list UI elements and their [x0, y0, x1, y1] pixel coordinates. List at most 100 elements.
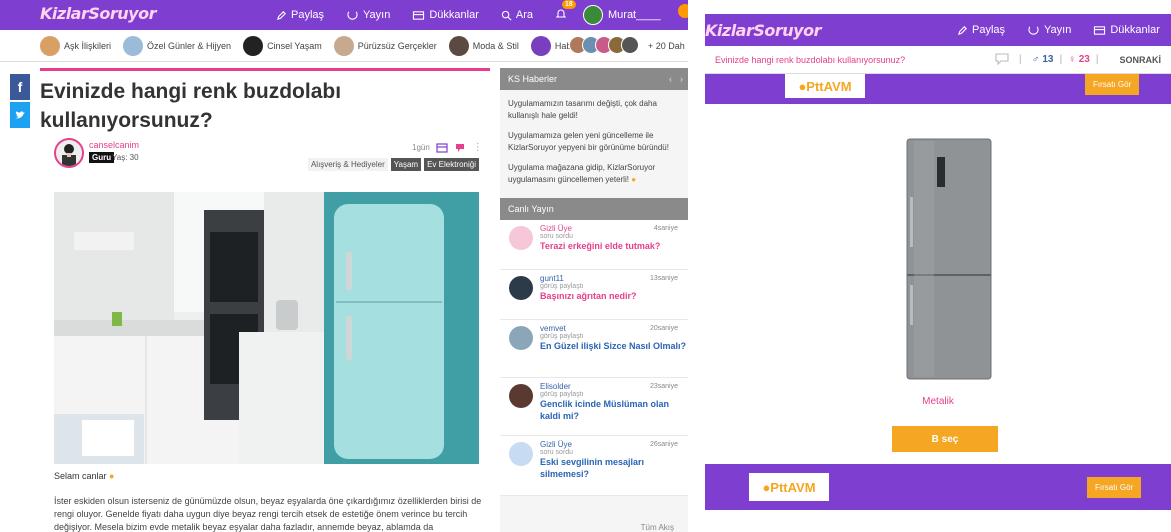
comment-icon[interactable] [995, 53, 1009, 65]
calendar-icon[interactable] [436, 142, 448, 153]
live-feed-item[interactable]: Gizli Üye soru sordu Terazi erkeğini eld… [500, 220, 688, 270]
mobile-view: KizlarSoruyor Paylaş Yayın Dükkanlar Evi… [705, 0, 1171, 532]
live-button[interactable]: Yayın [346, 9, 390, 21]
news-icon [530, 35, 551, 56]
feed-action: görüş paylaştı [540, 283, 584, 290]
search-button[interactable]: Ara [501, 9, 533, 21]
truth-icon [333, 35, 354, 56]
product-card[interactable] [819, 127, 1077, 389]
feed-question[interactable]: En Güzel ilişki Sizce Nasıl Olmalı? [540, 340, 688, 352]
shops-label: Dükkanlar [429, 9, 479, 21]
deal-button[interactable]: Fırsatı Gör [1087, 477, 1142, 498]
store-name: PttAVM [770, 479, 816, 495]
category-label: Özel Günler & Hijyen [147, 40, 232, 51]
share-button[interactable]: Paylaş [276, 9, 324, 21]
tag-list: Alışveriş & Hediyeler Yaşam Ev Elektroni… [305, 158, 479, 171]
site-logo[interactable]: KizlarSoruyor [40, 4, 156, 23]
accent-line [40, 68, 490, 71]
feed-question[interactable]: Terazi erkeğini elde tutmak? [540, 240, 688, 252]
category-item[interactable]: Moda & Stil [448, 35, 519, 56]
more-categories-link[interactable]: + 20 Dah [648, 41, 685, 51]
category-item[interactable]: Özel Günler & Hijyen [123, 35, 232, 56]
live-header-title: Canlı Yayın [508, 204, 554, 214]
choose-option-button[interactable]: B seç [892, 426, 998, 452]
news-header: KS Haberler ‹ › [500, 68, 688, 90]
person-icon [62, 144, 76, 166]
news-item[interactable]: Uygulamamıza gelen yeni güncelleme ile K… [500, 122, 688, 154]
smile-icon: ● [631, 175, 637, 184]
search-label: Ara [515, 9, 533, 21]
female-count: 23 [1078, 53, 1090, 65]
orange-badge[interactable] [678, 4, 688, 18]
notifications-button[interactable]: 18 [555, 0, 576, 23]
chevron-left-icon[interactable]: ‹ [669, 74, 672, 84]
anonymous-avatar [509, 442, 533, 466]
category-label: Moda & Stil [472, 40, 519, 51]
top-nav: Paylaş Yayın Dükkanlar [957, 14, 1160, 46]
twitter-share-button[interactable] [10, 102, 30, 128]
pencil-icon [957, 25, 967, 35]
question-title: Evinizde hangi renk buzdolabı kullanıyor… [40, 80, 342, 132]
male-icon: ♂ [1031, 53, 1040, 65]
live-feed-item[interactable]: vemvet görüş paylaştı En Güzel ilişki Si… [500, 320, 688, 378]
live-header: Canlı Yayın [500, 198, 688, 220]
shops-button[interactable]: Dükkanlar [412, 9, 479, 21]
twitter-icon [15, 111, 25, 119]
deal-button[interactable]: Fırsatı Gör [1085, 74, 1140, 95]
question-link[interactable]: Evinizde hangi renk buzdolabı kullanıyor… [715, 55, 905, 65]
feed-question[interactable]: Genclik icinde Müslüman olan kaldi mi? [540, 398, 688, 422]
question-article: Evinizde hangi renk buzdolabı kullanıyor… [40, 68, 490, 532]
author-avatar[interactable] [54, 138, 84, 168]
site-logo[interactable]: KizlarSoruyor [705, 21, 821, 40]
live-feed-item[interactable]: Gizli Üye soru sordu Eski sevgilinin mes… [500, 436, 688, 496]
greeting-label: Selam canlar [54, 471, 107, 481]
all-feed-link[interactable]: Tüm Akış [641, 523, 674, 532]
news-item[interactable]: Uygulama mağazana gidip, KizlarSoruyor u… [500, 154, 688, 186]
more-options-icon[interactable]: ⋮ [473, 142, 483, 153]
category-item[interactable]: Pürüzsüz Gerçekler [333, 35, 437, 56]
desktop-view: KizlarSoruyor Paylaş Yayın Dükkanlar Ara [0, 0, 688, 532]
notification-count: 18 [562, 0, 576, 9]
ptt-icon: ● [798, 78, 807, 94]
question-meta: 1gün ⋮ [412, 142, 483, 153]
tag[interactable]: Yaşam [390, 158, 422, 171]
male-count: 13 [1042, 53, 1054, 65]
store-banner-bottom: ● PttAVM Fırsatı Gör [705, 464, 1171, 510]
author-name[interactable]: canselcanim [89, 140, 139, 150]
author-age: Yaş: 30 [112, 153, 139, 162]
share-label: Paylaş [291, 9, 325, 21]
live-feed-item[interactable]: gunt11 görüş paylaştı Başınızı ağrıtan n… [500, 270, 688, 320]
user-menu[interactable]: Murat____ [583, 5, 661, 25]
share-label: Paylaş [972, 24, 1006, 36]
feed-question[interactable]: Başınızı ağrıtan nedir? [540, 290, 688, 302]
live-button[interactable]: Yayın [1027, 24, 1071, 36]
comment-icon[interactable] [455, 143, 465, 153]
store-logo[interactable]: ● PttAVM [785, 74, 865, 98]
fridge-image [819, 127, 1077, 389]
store-name: PttAVM [806, 78, 852, 94]
store-logo[interactable]: ● PttAVM [749, 473, 829, 501]
news-item[interactable]: Uygulamamızın tasarımı değişti, çok daha… [500, 90, 688, 122]
category-avatars[interactable] [569, 36, 639, 54]
live-label: Yayın [1044, 24, 1072, 36]
next-question-button[interactable]: SONRAKİ [1119, 55, 1161, 65]
female-icon: ♀ [1068, 53, 1076, 65]
user-avatar [509, 384, 533, 408]
category-item[interactable]: Aşk İlişkileri [40, 35, 111, 56]
facebook-share-button[interactable]: f [10, 74, 30, 100]
facebook-icon: f [17, 79, 23, 95]
chevron-right-icon[interactable]: › [680, 74, 683, 84]
fashion-icon [448, 35, 469, 56]
tag[interactable]: Ev Elektroniği [424, 158, 479, 171]
live-feed-item[interactable]: Elisolder görüş paylaştı Genclik icinde … [500, 378, 688, 436]
shops-button[interactable]: Dükkanlar [1093, 24, 1160, 36]
tag[interactable]: Alışveriş & Hediyeler [307, 158, 388, 171]
kitchen-photo [54, 192, 479, 464]
right-sidebar: KS Haberler ‹ › Uygulamamızın tasarımı d… [500, 68, 688, 532]
share-button[interactable]: Paylaş [957, 24, 1005, 36]
smile-icon: ● [109, 471, 115, 481]
ptt-icon: ● [762, 479, 771, 495]
feed-question[interactable]: Eski sevgilinin mesajları silmemesi? [540, 456, 688, 480]
category-item[interactable]: Cinsel Yaşam [243, 35, 322, 56]
hygiene-icon [123, 35, 144, 56]
